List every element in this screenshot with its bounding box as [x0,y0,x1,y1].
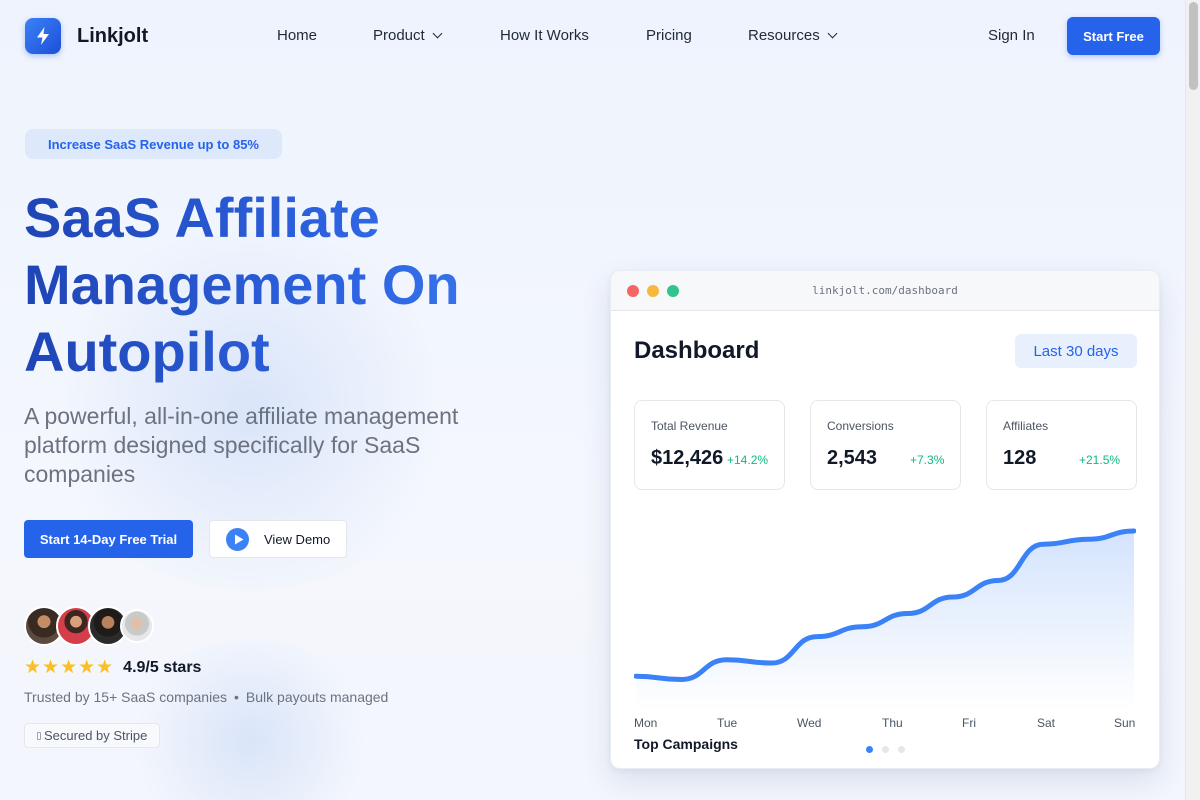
secured-text: Secured by Stripe [44,728,148,743]
day-label: Tue [717,716,738,730]
star-icon: ★★★★★ [24,657,115,678]
lightning-bolt-icon [37,27,49,45]
rating-text: 4.9/5 stars [123,658,202,676]
day-label: Sun [1114,716,1136,730]
nav-home[interactable]: Home [277,27,317,44]
start-free-button[interactable]: Start Free [1067,17,1160,55]
stat-value: 128 [1003,447,1037,469]
sign-in-link[interactable]: Sign In [988,27,1035,44]
day-label: Thu [882,716,903,730]
nav-resources[interactable]: Resources [748,27,838,44]
revenue-trend-chart [634,528,1136,711]
trust-line: Trusted by 15+ SaaS companies • Bulk payou… [24,689,388,705]
stat-label: Affiliates [1003,419,1049,433]
hero-title-line: SaaS Affiliate [24,186,380,249]
stat-card: Affiliates 128 +21.5% [986,400,1137,490]
page-scrollbar[interactable] [1185,0,1200,800]
nav-product[interactable]: Product [373,27,443,44]
view-demo-label: View Demo [264,531,331,547]
payouts-text: Bulk payouts managed [245,689,389,705]
logo-icon[interactable] [25,18,61,54]
carousel-dot[interactable] [882,746,889,753]
site-header: Linkjolt Home Product How It Works Prici… [0,0,1185,72]
nav-pricing-label: Pricing [646,27,692,44]
trusted-by-text: Trusted by 15+ SaaS companies [24,689,227,705]
browser-bar: linkjolt.com/dashboard [611,271,1159,311]
day-label: Fri [962,716,976,730]
view-demo-button[interactable]: View Demo [209,520,347,558]
secured-badge: Secured by Stripe [24,723,161,748]
hero-title-line: Management On [24,253,460,316]
stat-card: Conversions 2,543 +7.3% [810,400,961,490]
hero-subtitle: A powerful, all-in-one affiliate managem… [24,403,459,487]
rating: ★★★★★ 4.9/5 stars [24,656,201,679]
dashboard-title: Dashboard [634,337,760,364]
play-icon [226,527,249,551]
bullet-separator: • [234,689,239,705]
nav-how-it-works[interactable]: How It Works [500,27,589,44]
scrollbar-thumb[interactable] [1189,2,1198,90]
hero-title: SaaS Affiliate Management On Autopilot [24,184,544,385]
nav-how-it-works-label: How It Works [500,27,589,44]
start-trial-button[interactable]: Start 14-Day Free Trial [24,520,193,558]
stat-delta: +14.2% [727,453,769,467]
day-label: Sat [1037,716,1056,730]
hero-badge: Increase SaaS Revenue up to 85% [25,129,282,159]
avatar [120,609,154,643]
browser-url: linkjolt.com/dashboard [812,284,958,297]
nav-resources-label: Resources [748,27,820,44]
chevron-down-icon [827,28,838,38]
brand-name[interactable]: Linkjolt [77,25,148,48]
top-campaigns-title: Top Campaigns [634,736,738,752]
stat-card: Total Revenue $12,426 +14.2% [634,400,785,490]
stat-label: Conversions [827,419,894,433]
lock-icon [37,731,41,740]
chevron-down-icon [432,28,443,38]
dashboard-preview: linkjolt.com/dashboard Dashboard Last 30… [610,270,1160,769]
stat-value: $12,426 [651,447,724,469]
date-range-button[interactable]: Last 30 days [1015,334,1137,368]
nav-home-label: Home [277,27,318,44]
hero-title-line: Autopilot [24,320,270,383]
nav-pricing[interactable]: Pricing [646,27,692,44]
stat-value: 2,543 [827,447,878,469]
carousel-dot[interactable] [866,746,873,753]
day-label: Mon [634,716,658,730]
stat-label: Total Revenue [651,419,728,433]
day-label: Wed [797,716,822,730]
stat-delta: +7.3% [910,453,945,467]
stat-delta: +21.5% [1079,453,1121,467]
carousel-dot[interactable] [898,746,905,753]
nav-product-label: Product [373,27,425,44]
